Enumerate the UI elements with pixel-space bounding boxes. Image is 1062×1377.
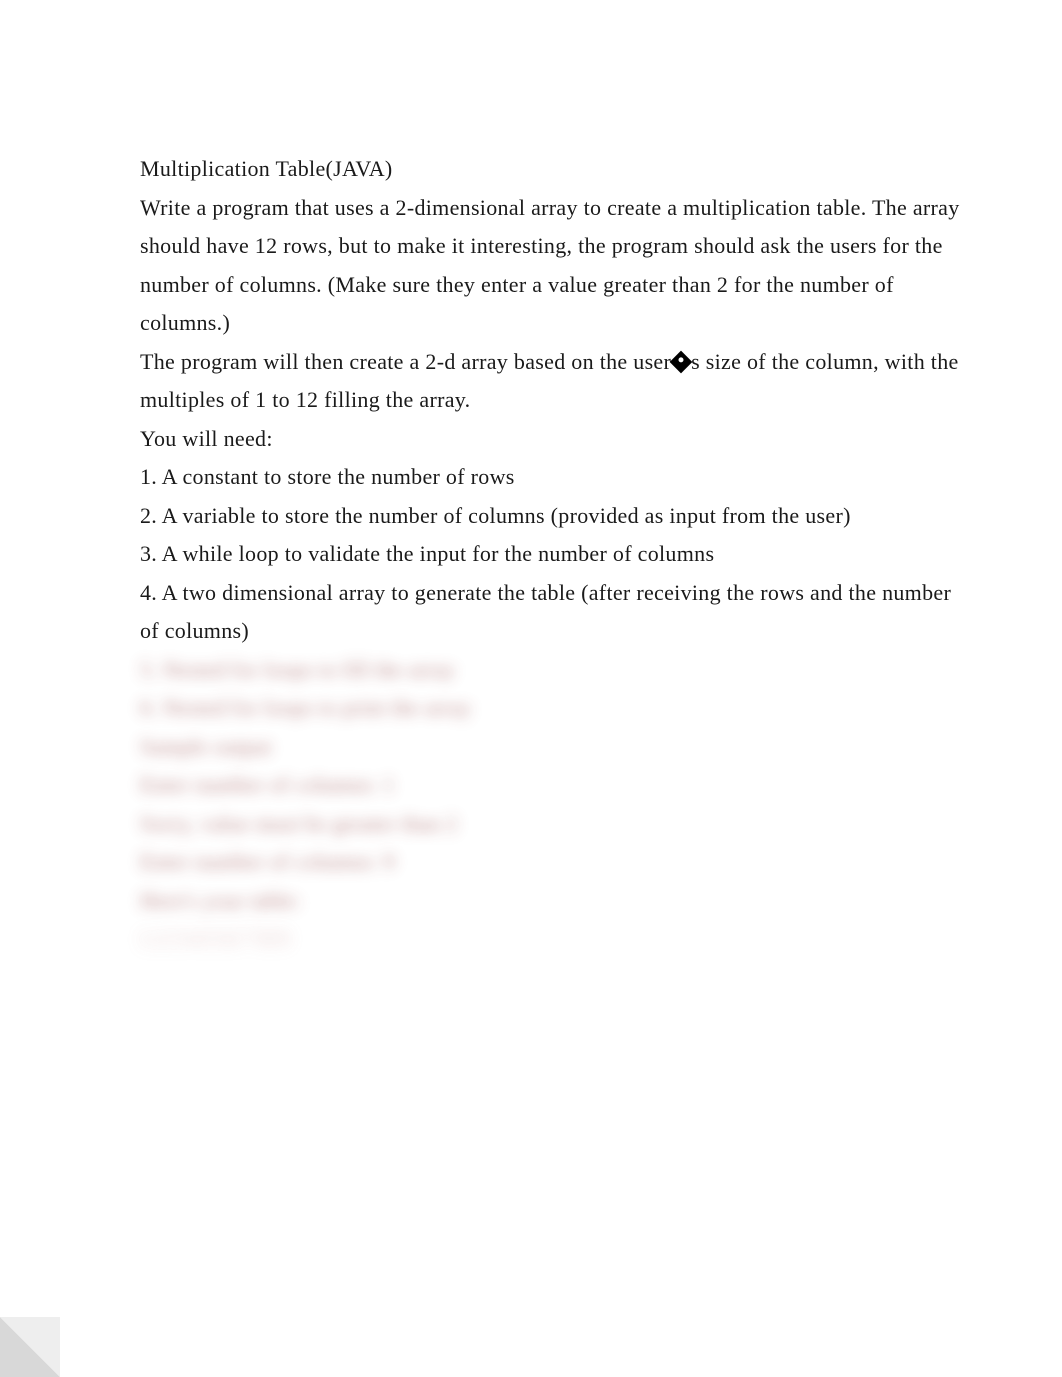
text-fragment: The program will then create a 2-d array… — [140, 349, 671, 374]
blurred-line: Sorry, value must be greater than 2 — [140, 805, 962, 844]
list-item-cont: of columns) — [140, 612, 962, 651]
text-fragment: s size of the column, with the — [691, 349, 958, 374]
blurred-line: Enter number of columns: 9 — [140, 843, 962, 882]
list-item: 1. A constant to store the number of row… — [140, 458, 962, 497]
document-page: Multiplication Table(JAVA) Write a progr… — [0, 0, 1062, 1019]
blurred-line: Sample output — [140, 728, 962, 767]
list-item: 3. A while loop to validate the input fo… — [140, 535, 962, 574]
body-line: The program will then create a 2-d array… — [140, 343, 962, 382]
body-line: should have 12 rows, but to make it inte… — [140, 227, 962, 266]
blurred-line: Enter number of columns: 1 — [140, 766, 962, 805]
body-line: multiples of 1 to 12 filling the array. — [140, 381, 962, 420]
list-item: 4. A two dimensional array to generate t… — [140, 574, 962, 613]
body-line: Write a program that uses a 2-dimensiona… — [140, 189, 962, 228]
blurred-line: 5. Nested for loops to fill the array — [140, 651, 962, 690]
title-line: Multiplication Table(JAVA) — [140, 150, 962, 189]
page-curl-icon — [0, 1317, 60, 1377]
blurred-line: Here's your table: — [140, 882, 962, 921]
blurred-line: 1 2 3 4 5 6 7 8 9 — [140, 920, 962, 959]
body-line: You will need: — [140, 420, 962, 459]
blurred-line: 6. Nested for loops to print the array — [140, 689, 962, 728]
body-line: number of columns. (Make sure they enter… — [140, 266, 962, 343]
list-item: 2. A variable to store the number of col… — [140, 497, 962, 536]
replacement-char-icon — [670, 350, 693, 373]
